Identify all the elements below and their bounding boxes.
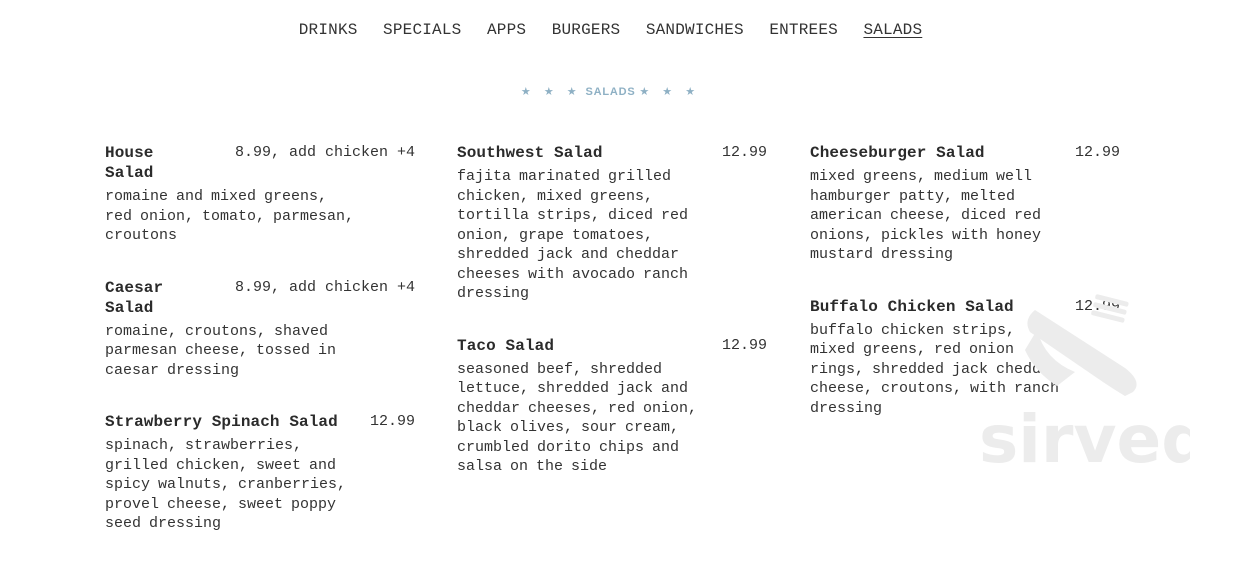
menu-item: Cheeseburger Salad 12.99 mixed greens, m… <box>810 143 1120 265</box>
item-description: romaine, croutons, shaved parmesan chees… <box>105 322 337 379</box>
stars-left-icon: ★ ★ ★ <box>520 86 582 98</box>
menu-item: Taco Salad 12.99 seasoned beef, shredded… <box>457 336 767 477</box>
item-name: Southwest Salad <box>457 144 603 162</box>
item-name: Taco Salad <box>457 336 555 355</box>
menu-column-1: House Salad 8.99, add chicken +4 romaine… <box>105 143 415 566</box>
item-description: seasoned beef, shredded lettuce, shredde… <box>457 360 698 476</box>
menu-item: Strawberry Spinach Salad 12.99 spinach, … <box>105 412 415 534</box>
nav-specials[interactable]: SPECIALS <box>383 19 461 41</box>
menu-column-3: Cheeseburger Salad 12.99 mixed greens, m… <box>810 143 1120 450</box>
item-name: Buffalo Chicken Salad <box>810 297 1014 316</box>
item-price: 12.99 <box>1074 297 1120 315</box>
stars-right-icon: ★ ★ ★ <box>639 86 701 98</box>
section-heading: ★ ★ ★ SALADS ★ ★ ★ <box>0 85 1221 98</box>
item-price: 8.99, add chicken +4 <box>234 278 415 296</box>
nav-apps[interactable]: APPS <box>487 19 526 41</box>
item-name: Strawberry Spinach Salad <box>105 413 338 431</box>
menu-item: Caesar Salad 8.99, add chicken +4 romain… <box>105 278 415 381</box>
menu-item: Buffalo Chicken Salad 12.99 buffalo chic… <box>810 297 1120 419</box>
item-price: 12.99 <box>721 336 767 354</box>
item-price: 12.99 <box>1074 144 1120 161</box>
menu-item: Southwest Salad 12.99 fajita marinated g… <box>457 143 767 304</box>
item-description: fajita marinated grilled chicken, mixed … <box>457 168 689 302</box>
item-description: buffalo chicken strips, mixed greens, re… <box>810 321 1060 417</box>
item-name: Cheeseburger Salad <box>810 144 985 162</box>
menu-column-2: Southwest Salad 12.99 fajita marinated g… <box>457 143 767 509</box>
item-name: House Salad <box>105 144 154 182</box>
menu-item: House Salad 8.99, add chicken +4 romaine… <box>105 143 415 246</box>
nav-burgers[interactable]: BURGERS <box>552 19 621 41</box>
nav-sandwiches[interactable]: SANDWICHES <box>646 19 744 41</box>
item-description: mixed greens, medium well hamburger patt… <box>810 168 1042 263</box>
item-price: 8.99, add chicken +4 <box>234 144 415 161</box>
menu-category-nav: DRINKS SPECIALS APPS BURGERS SANDWICHES … <box>0 19 1221 41</box>
item-price: 12.99 <box>369 413 415 430</box>
nav-entrees[interactable]: ENTREES <box>769 19 838 41</box>
nav-drinks[interactable]: DRINKS <box>299 19 358 41</box>
item-description: spinach, strawberries, grilled chicken, … <box>105 437 347 532</box>
section-title: SALADS <box>585 86 636 98</box>
item-description: romaine and mixed greens, red onion, tom… <box>105 188 355 244</box>
item-price: 12.99 <box>721 144 767 161</box>
nav-salads[interactable]: SALADS <box>863 19 922 41</box>
item-name: Caesar Salad <box>105 278 164 317</box>
